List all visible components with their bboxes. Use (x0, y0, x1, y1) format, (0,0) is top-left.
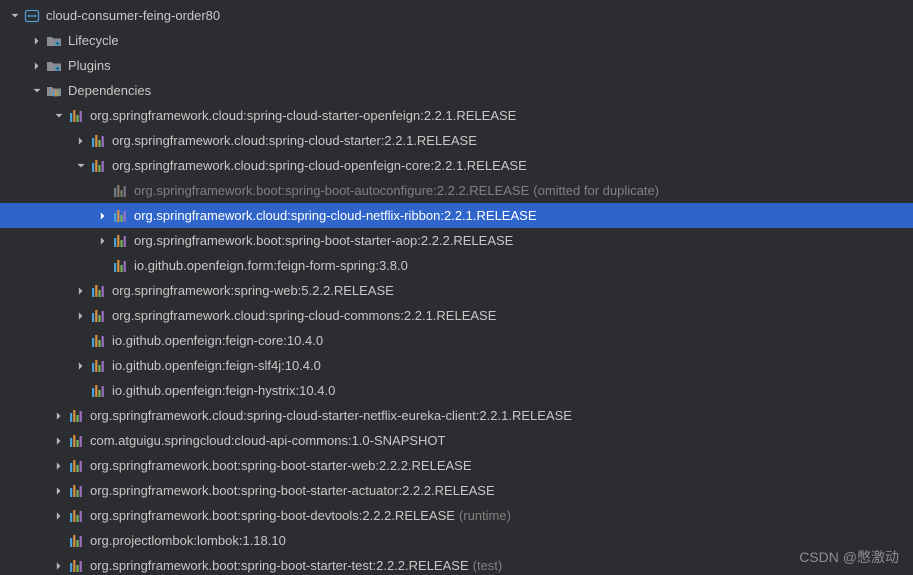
expand-arrow-icon[interactable] (74, 134, 88, 148)
tree-item-suffix: (runtime) (459, 508, 511, 523)
tree-row[interactable]: io.github.openfeign.form:feign-form-spri… (0, 253, 913, 278)
expand-placeholder (74, 334, 88, 348)
tree-item-label: io.github.openfeign:feign-core:10.4.0 (112, 333, 323, 348)
tree-item-label: Plugins (68, 58, 111, 73)
folder-cog-icon (46, 33, 62, 49)
expand-arrow-icon[interactable] (52, 509, 66, 523)
tree-item-label: cloud-consumer-feing-order80 (46, 8, 220, 23)
tree-row[interactable]: org.springframework.boot:spring-boot-sta… (0, 453, 913, 478)
tree-row[interactable]: org.springframework.boot:spring-boot-sta… (0, 553, 913, 575)
tree-row[interactable]: org.projectlombok:lombok:1.18.10 (0, 528, 913, 553)
lib-icon (68, 108, 84, 124)
tree-row[interactable]: Lifecycle (0, 28, 913, 53)
tree-item-label: org.springframework.cloud:spring-cloud-s… (112, 133, 477, 148)
lib-icon (90, 133, 106, 149)
expand-arrow-icon[interactable] (74, 359, 88, 373)
tree-row[interactable]: org.springframework.cloud:spring-cloud-c… (0, 303, 913, 328)
tree-row[interactable]: Dependencies (0, 78, 913, 103)
dependency-tree: cloud-consumer-feing-order80 Lifecycle Plu… (0, 0, 913, 575)
expand-arrow-icon[interactable] (52, 434, 66, 448)
tree-row[interactable]: org.springframework.boot:spring-boot-sta… (0, 228, 913, 253)
tree-item-label: org.springframework:spring-web:5.2.2.REL… (112, 283, 394, 298)
expand-arrow-icon[interactable] (52, 409, 66, 423)
expand-arrow-icon[interactable] (52, 559, 66, 573)
lib-icon (68, 408, 84, 424)
expand-arrow-icon[interactable] (30, 84, 44, 98)
lib-icon (90, 158, 106, 174)
tree-item-label: io.github.openfeign:feign-slf4j:10.4.0 (112, 358, 321, 373)
tree-item-label: org.projectlombok:lombok:1.18.10 (90, 533, 286, 548)
expand-placeholder (52, 534, 66, 548)
lib-icon (90, 308, 106, 324)
expand-arrow-icon[interactable] (30, 59, 44, 73)
expand-arrow-icon[interactable] (52, 459, 66, 473)
lib-icon (68, 533, 84, 549)
lib-icon (68, 483, 84, 499)
expand-arrow-icon[interactable] (74, 159, 88, 173)
tree-row[interactable]: org.springframework.boot:spring-boot-aut… (0, 178, 913, 203)
lib-icon (68, 558, 84, 574)
tree-row[interactable]: io.github.openfeign:feign-core:10.4.0 (0, 328, 913, 353)
tree-row[interactable]: org.springframework.cloud:spring-cloud-s… (0, 403, 913, 428)
lib-icon (112, 233, 128, 249)
tree-item-label: org.springframework.boot:spring-boot-sta… (90, 483, 495, 498)
tree-item-label: com.atguigu.springcloud:cloud-api-common… (90, 433, 446, 448)
tree-row[interactable]: org.springframework.boot:spring-boot-dev… (0, 503, 913, 528)
expand-arrow-icon[interactable] (96, 209, 110, 223)
tree-item-label: org.springframework.cloud:spring-cloud-s… (90, 108, 516, 123)
tree-item-label: Dependencies (68, 83, 151, 98)
tree-row[interactable]: org.springframework.boot:spring-boot-sta… (0, 478, 913, 503)
tree-row[interactable]: io.github.openfeign:feign-hystrix:10.4.0 (0, 378, 913, 403)
lib-icon (90, 383, 106, 399)
expand-arrow-icon[interactable] (52, 109, 66, 123)
module-icon (24, 8, 40, 24)
tree-item-label: org.springframework.boot:spring-boot-dev… (90, 508, 455, 523)
tree-row[interactable]: Plugins (0, 53, 913, 78)
expand-arrow-icon[interactable] (8, 9, 22, 23)
lib-icon (112, 208, 128, 224)
expand-arrow-icon[interactable] (74, 284, 88, 298)
lib-icon (68, 508, 84, 524)
expand-arrow-icon[interactable] (74, 309, 88, 323)
tree-row[interactable]: io.github.openfeign:feign-slf4j:10.4.0 (0, 353, 913, 378)
lib-icon (90, 283, 106, 299)
tree-item-label: io.github.openfeign:feign-hystrix:10.4.0 (112, 383, 335, 398)
lib-icon (112, 183, 128, 199)
tree-row[interactable]: org.springframework.cloud:spring-cloud-n… (0, 203, 913, 228)
folder-lib-icon (46, 83, 62, 99)
folder-cog-icon (46, 58, 62, 74)
expand-arrow-icon[interactable] (30, 34, 44, 48)
tree-item-label: org.springframework.cloud:spring-cloud-c… (112, 308, 496, 323)
lib-icon (90, 358, 106, 374)
expand-placeholder (96, 184, 110, 198)
tree-item-label: Lifecycle (68, 33, 119, 48)
lib-icon (68, 458, 84, 474)
expand-placeholder (96, 259, 110, 273)
tree-item-label: org.springframework.cloud:spring-cloud-n… (134, 208, 537, 223)
expand-arrow-icon[interactable] (52, 484, 66, 498)
tree-item-suffix: (test) (473, 558, 503, 573)
tree-row[interactable]: org.springframework:spring-web:5.2.2.REL… (0, 278, 913, 303)
lib-icon (90, 333, 106, 349)
expand-arrow-icon[interactable] (96, 234, 110, 248)
lib-icon (68, 433, 84, 449)
tree-item-suffix: (omitted for duplicate) (533, 183, 659, 198)
tree-row[interactable]: cloud-consumer-feing-order80 (0, 3, 913, 28)
tree-row[interactable]: com.atguigu.springcloud:cloud-api-common… (0, 428, 913, 453)
tree-item-label: org.springframework.cloud:spring-cloud-s… (90, 408, 572, 423)
lib-icon (112, 258, 128, 274)
tree-item-label: org.springframework.boot:spring-boot-aut… (134, 183, 529, 198)
tree-item-label: org.springframework.boot:spring-boot-sta… (90, 558, 469, 573)
tree-item-label: org.springframework.boot:spring-boot-sta… (90, 458, 472, 473)
tree-item-label: org.springframework.cloud:spring-cloud-o… (112, 158, 527, 173)
tree-row[interactable]: org.springframework.cloud:spring-cloud-o… (0, 153, 913, 178)
tree-row[interactable]: org.springframework.cloud:spring-cloud-s… (0, 128, 913, 153)
expand-placeholder (74, 384, 88, 398)
tree-row[interactable]: org.springframework.cloud:spring-cloud-s… (0, 103, 913, 128)
tree-item-label: io.github.openfeign.form:feign-form-spri… (134, 258, 408, 273)
tree-item-label: org.springframework.boot:spring-boot-sta… (134, 233, 513, 248)
